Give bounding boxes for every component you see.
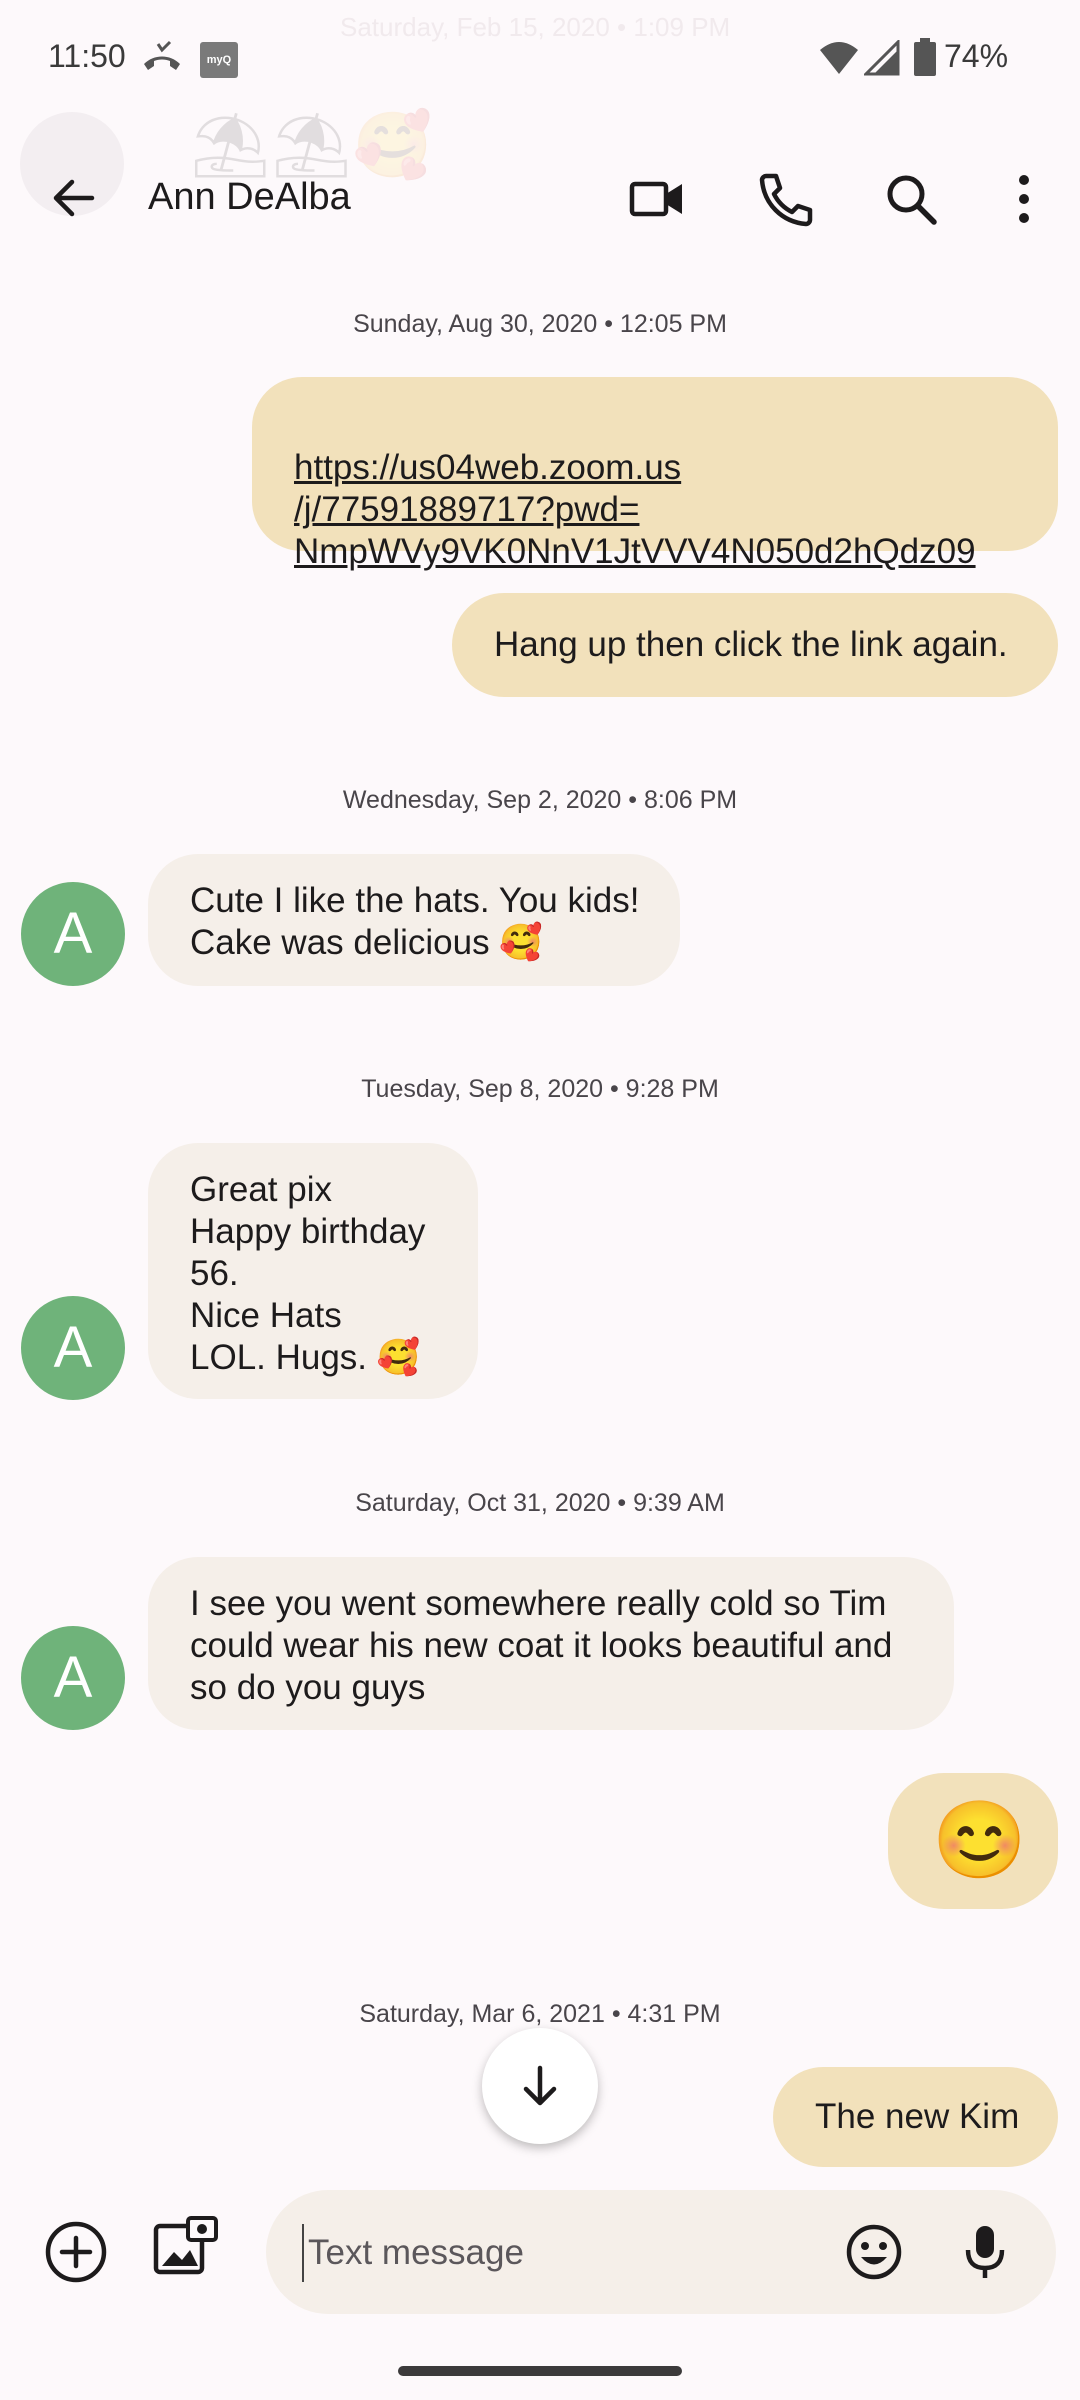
date-separator: Sunday, Aug 30, 2020 • 12:05 PM: [353, 310, 727, 338]
myq-app-icon: myQ: [200, 42, 238, 78]
add-attachment-icon[interactable]: [44, 2220, 108, 2284]
video-call-icon[interactable]: [628, 170, 686, 228]
emoji-icon[interactable]: [844, 2222, 904, 2282]
incoming-message[interactable]: I see you went somewhere really cold so …: [148, 1557, 954, 1730]
faded-emoji-message: ⛱⛱🥰: [190, 109, 433, 181]
battery-percent: 74%: [944, 38, 1009, 74]
date-separator: Saturday, Oct 31, 2020 • 9:39 AM: [355, 1489, 725, 1517]
date-separator: Tuesday, Sep 8, 2020 • 9:28 PM: [361, 1075, 719, 1103]
search-icon[interactable]: [882, 170, 940, 228]
incoming-message[interactable]: Great pix Happy birthday 56. Nice Hats L…: [148, 1143, 478, 1399]
date-separator: Saturday, Mar 6, 2021 • 4:31 PM: [359, 2000, 721, 2028]
contact-name-title[interactable]: Ann DeAlba: [148, 176, 351, 219]
microphone-icon[interactable]: [956, 2222, 1014, 2282]
contact-avatar[interactable]: A: [21, 882, 125, 986]
contact-avatar[interactable]: A: [21, 1626, 125, 1730]
battery-icon: [914, 38, 936, 76]
signal-icon: [864, 40, 900, 76]
status-time: 11:50: [48, 38, 126, 74]
missed-call-icon: [144, 40, 180, 70]
incoming-message[interactable]: Cute I like the hats. You kids! Cake was…: [148, 854, 680, 986]
outgoing-message[interactable]: The new Kim: [773, 2067, 1058, 2167]
zoom-link[interactable]: https://us04web.zoom.us /j/77591889717?p…: [294, 448, 976, 571]
wifi-icon: [820, 42, 858, 74]
back-arrow-icon[interactable]: [48, 172, 100, 224]
text-message-input[interactable]: [302, 2224, 790, 2282]
message-compose-box[interactable]: [266, 2190, 1056, 2314]
outgoing-message-link[interactable]: https://us04web.zoom.us /j/77591889717?p…: [252, 377, 1058, 571]
gallery-camera-icon[interactable]: [152, 2216, 218, 2282]
date-separator: Wednesday, Sep 2, 2020 • 8:06 PM: [342, 786, 738, 814]
phone-call-icon[interactable]: [756, 170, 814, 228]
home-gesture-bar[interactable]: [398, 2366, 682, 2376]
scroll-to-bottom-button[interactable]: [482, 2028, 598, 2144]
more-options-icon[interactable]: [1000, 170, 1048, 228]
contact-avatar[interactable]: A: [21, 1296, 125, 1400]
outgoing-message[interactable]: Hang up then click the link again.: [452, 593, 1058, 697]
status-bar: 11:50 myQ 74%: [0, 0, 1080, 118]
outgoing-emoji-message[interactable]: 😊: [888, 1773, 1058, 1909]
arrow-down-icon: [523, 2065, 557, 2106]
